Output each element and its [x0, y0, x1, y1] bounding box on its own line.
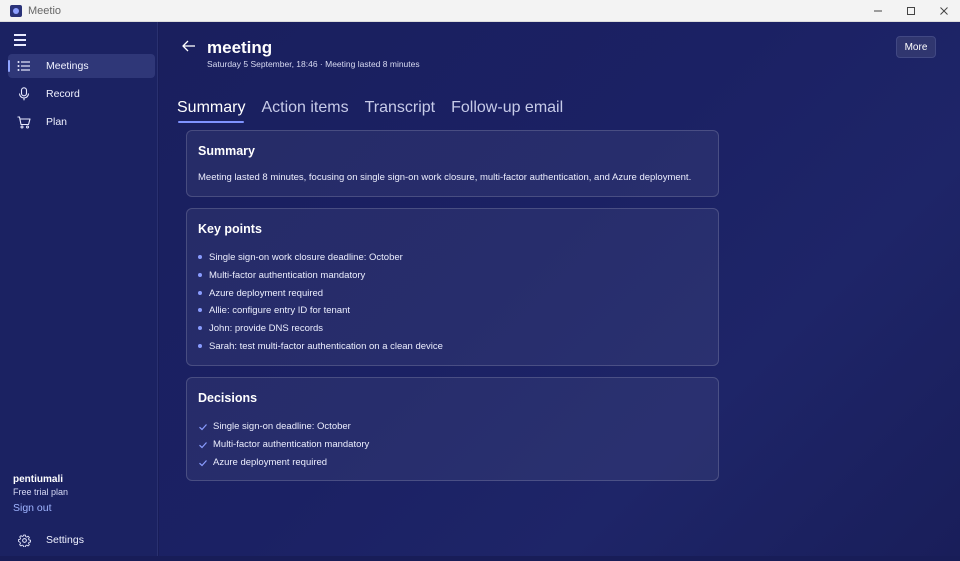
- decisions-title: Decisions: [198, 391, 258, 405]
- main-content: meeting Saturday 5 September, 18:46 · Me…: [159, 22, 960, 556]
- close-icon: [939, 6, 948, 15]
- checkmark-icon: [199, 424, 207, 431]
- sidebar-item-label: Plan: [46, 116, 68, 128]
- key-points-title: Key points: [198, 222, 262, 236]
- checkmark-icon: [199, 459, 207, 466]
- list-item: Azure deployment required: [198, 457, 369, 475]
- tab-action-items[interactable]: Action items: [261, 99, 348, 123]
- list-icon: [16, 58, 32, 74]
- tab-bar: Summary Action items Transcript Follow-u…: [177, 99, 579, 123]
- list-item: Multi-factor authentication mandatory: [198, 270, 443, 288]
- key-points-list: Single sign-on work closure deadline: Oc…: [198, 252, 443, 359]
- sidebar-item-record[interactable]: Record: [8, 82, 155, 106]
- list-item: Multi-factor authentication mandatory: [198, 439, 369, 457]
- app-title: Meetio: [28, 4, 62, 17]
- bullet-icon: [198, 255, 202, 259]
- bullet-icon: [198, 308, 202, 313]
- sidebar-item-plan[interactable]: Plan: [8, 110, 155, 134]
- list-item: Single sign-on deadline: October: [198, 421, 369, 439]
- hamburger-menu-icon[interactable]: [14, 34, 30, 46]
- sidebar-item-meetings[interactable]: Meetings: [8, 54, 155, 78]
- key-points-card: Key points Single sign-on work closure d…: [186, 208, 719, 366]
- microphone-icon: [16, 86, 32, 102]
- maximize-icon: [906, 6, 915, 15]
- title-bar: Meetio: [0, 0, 960, 22]
- summary-text: Meeting lasted 8 minutes, focusing on si…: [198, 172, 692, 183]
- gear-icon: [16, 532, 32, 548]
- bullet-icon: [198, 343, 202, 348]
- tab-follow-up-email[interactable]: Follow-up email: [451, 99, 563, 123]
- sidebar: Meetings Record Plan pentiumali Free tri…: [0, 22, 158, 556]
- meeting-meta: Saturday 5 September, 18:46 · Meeting la…: [207, 59, 420, 69]
- sidebar-item-settings[interactable]: Settings: [8, 528, 155, 552]
- summary-title: Summary: [198, 144, 255, 158]
- window-controls: [861, 0, 960, 22]
- decisions-list: Single sign-on deadline: October Multi-f…: [198, 421, 369, 474]
- sidebar-item-label: Meetings: [46, 60, 89, 72]
- user-info: pentiumali Free trial plan: [13, 474, 68, 497]
- user-name: pentiumali: [13, 474, 64, 485]
- list-item: Allie: configure entry ID for tenant: [198, 305, 443, 323]
- sidebar-item-label: Record: [46, 88, 80, 100]
- bullet-icon: [198, 326, 202, 331]
- sign-out-link[interactable]: Sign out: [13, 502, 52, 514]
- decisions-card: Decisions Single sign-on deadline: Octob…: [186, 377, 719, 481]
- more-button[interactable]: More: [896, 36, 936, 58]
- list-item: Single sign-on work closure deadline: Oc…: [198, 252, 443, 270]
- summary-card: Summary Meeting lasted 8 minutes, focusi…: [186, 130, 719, 197]
- list-item: John: provide DNS records: [198, 323, 443, 341]
- tab-summary[interactable]: Summary: [177, 99, 245, 123]
- settings-label: Settings: [46, 534, 84, 546]
- list-item: Azure deployment required: [198, 288, 443, 306]
- page-title: meeting: [207, 38, 273, 57]
- back-button[interactable]: [181, 38, 197, 54]
- minimize-icon: [873, 10, 882, 11]
- minimize-button[interactable]: [861, 0, 894, 22]
- user-plan: Free trial plan: [13, 487, 69, 497]
- maximize-button[interactable]: [894, 0, 927, 22]
- list-item: Sarah: test multi-factor authentication …: [198, 341, 443, 359]
- bullet-icon: [198, 272, 202, 277]
- back-arrow-icon: [182, 40, 195, 52]
- checkmark-icon: [199, 441, 207, 449]
- cart-icon: [16, 114, 32, 130]
- app-window: Meetio Meetings Record Plan pentiumali F…: [0, 0, 960, 561]
- app-logo-icon: [10, 4, 22, 17]
- tab-transcript[interactable]: Transcript: [365, 99, 436, 123]
- close-button[interactable]: [927, 0, 960, 22]
- bullet-icon: [198, 290, 202, 295]
